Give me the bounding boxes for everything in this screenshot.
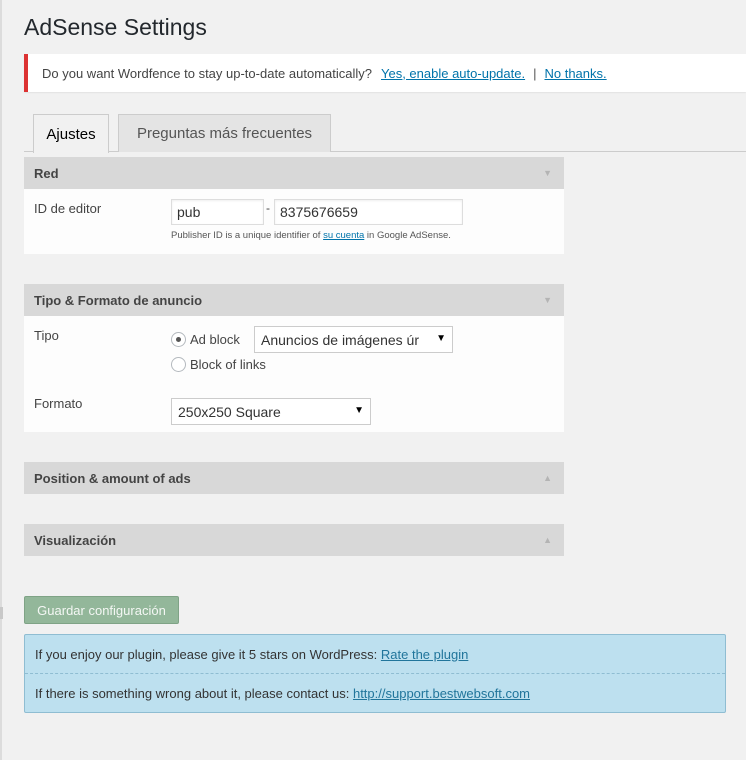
wordfence-update-notice: Do you want Wordfence to stay up-to-date… (24, 54, 746, 92)
formato-label: Formato (34, 396, 83, 411)
dropdown-arrow-icon: ▼ (432, 333, 446, 344)
notice-separator: | (533, 65, 537, 81)
dropdown-arrow-icon: ▼ (350, 405, 364, 416)
admin-sidebar-marker (0, 607, 3, 619)
tipo-formato-section: Tipo & Formato de anuncio ▼ Tipo Ad bloc… (24, 284, 564, 432)
info-divider (25, 673, 725, 674)
rate-plugin-line: If you enjoy our plugin, please give it … (35, 647, 468, 662)
save-settings-button[interactable]: Guardar configuración (24, 596, 179, 624)
publisher-id-label: ID de editor (34, 201, 102, 216)
support-text: If there is something wrong about it, pl… (35, 686, 353, 701)
red-section: Red ▼ ID de editor pub - 8375676659 Publ… (24, 157, 564, 254)
formato-select-value: 250x250 Square (178, 403, 281, 420)
ad-type-select[interactable]: Anuncios de imágenes úr ▼ (254, 326, 453, 353)
enable-auto-update-link[interactable]: Yes, enable auto-update. (381, 66, 525, 81)
expand-arrow-icon: ▲ (543, 535, 552, 545)
rate-plugin-link[interactable]: Rate the plugin (381, 647, 468, 662)
publisher-id-hint: Publisher ID is a unique identifier of s… (171, 230, 451, 241)
ad-block-radio[interactable] (171, 332, 186, 347)
tab-faq[interactable]: Preguntas más frecuentes (118, 114, 331, 152)
admin-sidebar-edge (0, 0, 2, 760)
position-section: Position & amount of ads ▲ (24, 462, 564, 494)
hint-text-after: in Google AdSense. (364, 230, 451, 241)
tab-ajustes[interactable]: Ajustes (33, 114, 109, 153)
ad-type-select-value: Anuncios de imágenes úr (261, 331, 419, 348)
collapse-arrow-icon: ▼ (543, 295, 552, 305)
publisher-id-dash: - (266, 201, 270, 215)
visualizacion-section: Visualización ▲ (24, 524, 564, 556)
notice-question: Do you want Wordfence to stay up-to-date… (42, 65, 372, 81)
tipo-formato-header[interactable]: Tipo & Formato de anuncio ▼ (24, 284, 564, 316)
publisher-prefix-input[interactable]: pub (171, 199, 264, 225)
hint-text-before: Publisher ID is a unique identifier of (171, 230, 324, 241)
rate-plugin-text: If you enjoy our plugin, please give it … (35, 647, 381, 662)
position-section-title: Position & amount of ads (34, 470, 191, 486)
tipo-label: Tipo (34, 328, 59, 343)
page-title: AdSense Settings (24, 14, 207, 40)
red-section-title: Red (34, 165, 59, 181)
plugin-info-box: If you enjoy our plugin, please give it … (24, 634, 726, 713)
no-thanks-link[interactable]: No thanks. (544, 66, 606, 81)
visualizacion-section-title: Visualización (34, 532, 117, 548)
block-of-links-radio-label[interactable]: Block of links (190, 357, 266, 372)
settings-tabs: Ajustes Preguntas más frecuentes (24, 114, 746, 153)
publisher-id-input[interactable]: 8375676659 (274, 199, 463, 225)
formato-select[interactable]: 250x250 Square ▼ (171, 398, 371, 425)
tipo-formato-title: Tipo & Formato de anuncio (34, 292, 203, 308)
position-section-header[interactable]: Position & amount of ads ▲ (24, 462, 564, 494)
red-section-header[interactable]: Red ▼ (24, 157, 564, 189)
su-cuenta-link[interactable]: su cuenta (323, 230, 364, 241)
expand-arrow-icon: ▲ (543, 473, 552, 483)
ad-block-radio-label[interactable]: Ad block (190, 332, 240, 347)
support-link[interactable]: http://support.bestwebsoft.com (353, 686, 530, 701)
support-line: If there is something wrong about it, pl… (35, 686, 530, 701)
collapse-arrow-icon: ▼ (543, 168, 552, 178)
visualizacion-section-header[interactable]: Visualización ▲ (24, 524, 564, 556)
block-of-links-radio[interactable] (171, 357, 186, 372)
